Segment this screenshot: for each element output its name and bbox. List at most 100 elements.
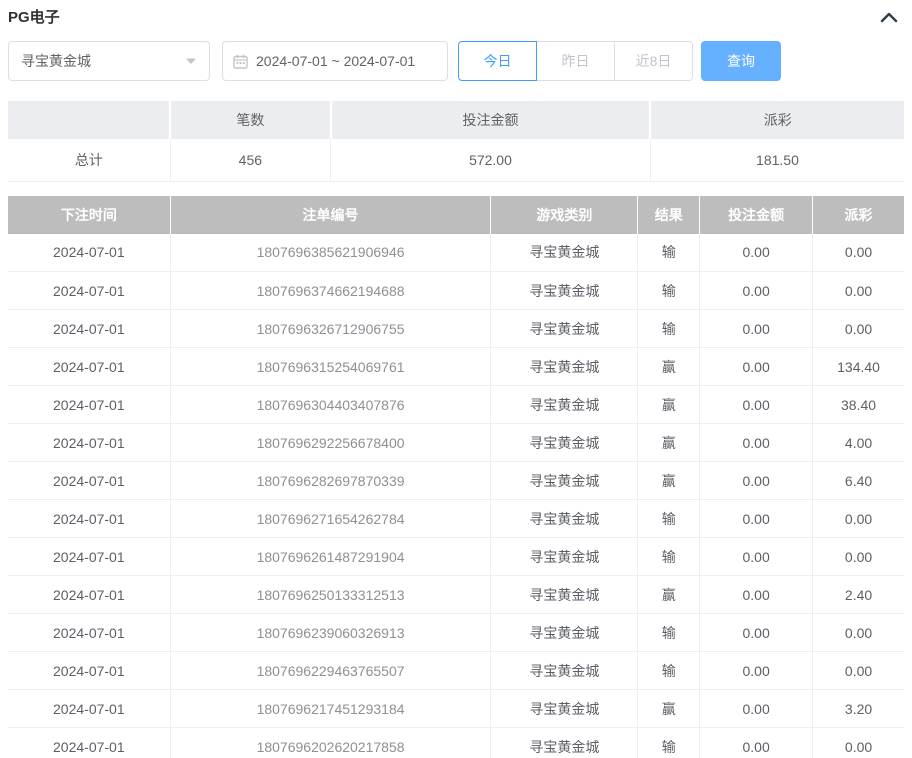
cell-payout: 3.20 (813, 690, 904, 728)
cell-result: 输 (638, 500, 700, 538)
cell-bet-id: 1807696304403407876 (170, 386, 491, 424)
cell-result: 输 (638, 272, 700, 310)
cell-bet-id: 1807696326712906755 (170, 310, 491, 348)
header-result: 结果 (638, 196, 700, 234)
summary-total-label: 总计 (8, 139, 170, 181)
cell-game-type: 寻宝黄金城 (491, 462, 638, 500)
cell-game-type: 寻宝黄金城 (491, 652, 638, 690)
game-select-value: 寻宝黄金城 (21, 51, 91, 71)
header-game-type: 游戏类别 (491, 196, 638, 234)
header-bet-id: 注单编号 (170, 196, 491, 234)
cell-payout: 38.40 (813, 386, 904, 424)
cell-bet-time: 2024-07-01 (8, 348, 170, 386)
cell-bet-id: 1807696261487291904 (170, 538, 491, 576)
cell-result: 输 (638, 728, 700, 758)
chevron-up-icon (880, 11, 898, 23)
cell-payout: 0.00 (813, 310, 904, 348)
filter-bar: 寻宝黄金城 2024-07-01 ~ 2024-07-01 今日 昨日 近8日 … (8, 41, 904, 81)
cell-game-type: 寻宝黄金城 (491, 272, 638, 310)
summary-header-payout: 派彩 (650, 101, 904, 139)
cell-result: 赢 (638, 576, 700, 614)
cell-bet-id: 1807696202620217858 (170, 728, 491, 758)
yesterday-button[interactable]: 昨日 (536, 41, 615, 81)
cell-bet-amount: 0.00 (700, 462, 813, 500)
cell-payout: 0.00 (813, 234, 904, 272)
panel-header: PG电子 (8, 4, 904, 41)
cell-bet-amount: 0.00 (700, 538, 813, 576)
cell-game-type: 寻宝黄金城 (491, 386, 638, 424)
cell-bet-amount: 0.00 (700, 500, 813, 538)
cell-game-type: 寻宝黄金城 (491, 424, 638, 462)
cell-result: 赢 (638, 386, 700, 424)
table-row: 2024-07-011807696292256678400寻宝黄金城赢0.004… (8, 424, 904, 462)
cell-game-type: 寻宝黄金城 (491, 576, 638, 614)
table-row: 2024-07-011807696326712906755寻宝黄金城输0.000… (8, 310, 904, 348)
cell-bet-time: 2024-07-01 (8, 652, 170, 690)
collapse-panel-button[interactable] (874, 9, 904, 25)
header-bet-time: 下注时间 (8, 196, 170, 234)
cell-bet-id: 1807696217451293184 (170, 690, 491, 728)
cell-result: 输 (638, 538, 700, 576)
last-8-days-button[interactable]: 近8日 (614, 41, 693, 81)
table-row: 2024-07-011807696304403407876寻宝黄金城赢0.003… (8, 386, 904, 424)
cell-bet-id: 1807696385621906946 (170, 234, 491, 272)
cell-bet-id: 1807696315254069761 (170, 348, 491, 386)
cell-game-type: 寻宝黄金城 (491, 234, 638, 272)
cell-bet-amount: 0.00 (700, 386, 813, 424)
cell-bet-time: 2024-07-01 (8, 424, 170, 462)
date-range-input[interactable]: 2024-07-01 ~ 2024-07-01 (222, 41, 448, 81)
table-row: 2024-07-011807696315254069761寻宝黄金城赢0.001… (8, 348, 904, 386)
cell-game-type: 寻宝黄金城 (491, 728, 638, 758)
cell-bet-time: 2024-07-01 (8, 500, 170, 538)
cell-bet-id: 1807696271654262784 (170, 500, 491, 538)
today-button[interactable]: 今日 (458, 41, 537, 81)
summary-table: 笔数 投注金额 派彩 总计 456 572.00 181.50 (8, 101, 904, 182)
cell-bet-time: 2024-07-01 (8, 690, 170, 728)
table-row: 2024-07-011807696202620217858寻宝黄金城输0.000… (8, 728, 904, 758)
cell-bet-id: 1807696229463765507 (170, 652, 491, 690)
summary-header-count: 笔数 (170, 101, 330, 139)
cell-game-type: 寻宝黄金城 (491, 310, 638, 348)
cell-result: 输 (638, 310, 700, 348)
cell-bet-amount: 0.00 (700, 272, 813, 310)
cell-result: 赢 (638, 348, 700, 386)
caret-down-icon (185, 57, 197, 65)
table-row: 2024-07-011807696374662194688寻宝黄金城输0.000… (8, 272, 904, 310)
cell-payout: 0.00 (813, 652, 904, 690)
cell-payout: 0.00 (813, 538, 904, 576)
search-button[interactable]: 查询 (701, 41, 781, 81)
cell-game-type: 寻宝黄金城 (491, 348, 638, 386)
summary-total-row: 总计 456 572.00 181.50 (8, 139, 904, 181)
cell-bet-amount: 0.00 (700, 310, 813, 348)
header-payout: 派彩 (813, 196, 904, 234)
cell-bet-time: 2024-07-01 (8, 728, 170, 758)
cell-payout: 0.00 (813, 500, 904, 538)
cell-bet-amount: 0.00 (700, 576, 813, 614)
cell-bet-amount: 0.00 (700, 348, 813, 386)
cell-game-type: 寻宝黄金城 (491, 690, 638, 728)
game-select[interactable]: 寻宝黄金城 (8, 41, 210, 81)
cell-bet-id: 1807696239060326913 (170, 614, 491, 652)
page-title: PG电子 (8, 6, 60, 27)
pg-panel: PG电子 寻宝黄金城 2024-07-01 ~ 2024-07- (0, 0, 912, 758)
calendar-icon (233, 54, 248, 69)
cell-bet-time: 2024-07-01 (8, 234, 170, 272)
table-row: 2024-07-011807696229463765507寻宝黄金城输0.000… (8, 652, 904, 690)
table-row: 2024-07-011807696282697870339寻宝黄金城赢0.006… (8, 462, 904, 500)
table-row: 2024-07-011807696217451293184寻宝黄金城赢0.003… (8, 690, 904, 728)
table-row: 2024-07-011807696261487291904寻宝黄金城输0.000… (8, 538, 904, 576)
cell-payout: 0.00 (813, 728, 904, 758)
cell-bet-amount: 0.00 (700, 652, 813, 690)
cell-game-type: 寻宝黄金城 (491, 500, 638, 538)
summary-total-bet-amount: 572.00 (331, 139, 651, 181)
cell-bet-amount: 0.00 (700, 424, 813, 462)
table-row: 2024-07-011807696250133312513寻宝黄金城赢0.002… (8, 576, 904, 614)
cell-result: 赢 (638, 462, 700, 500)
cell-bet-id: 1807696374662194688 (170, 272, 491, 310)
cell-bet-id: 1807696282697870339 (170, 462, 491, 500)
cell-bet-time: 2024-07-01 (8, 272, 170, 310)
cell-game-type: 寻宝黄金城 (491, 614, 638, 652)
cell-result: 输 (638, 614, 700, 652)
cell-result: 赢 (638, 690, 700, 728)
summary-header-row: 笔数 投注金额 派彩 (8, 101, 904, 139)
